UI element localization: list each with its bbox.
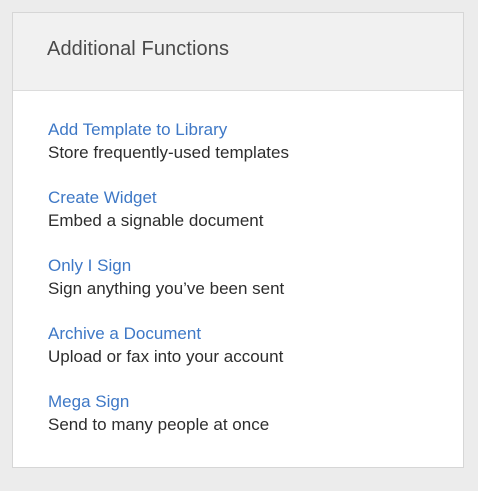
mega-sign-description: Send to many people at once xyxy=(48,415,270,434)
archive-a-document-link[interactable]: Archive a Document xyxy=(48,323,201,345)
list-item-mega-sign: Mega Sign Send to many people at once xyxy=(48,391,463,436)
panel-title: Additional Functions xyxy=(47,38,230,60)
list-item-only-i-sign: Only I Sign Sign anything you’ve been se… xyxy=(48,255,463,300)
add-template-to-library-link[interactable]: Add Template to Library xyxy=(48,119,227,141)
list-item-create-widget: Create Widget Embed a signable document xyxy=(48,187,463,232)
panel-header: Additional Functions xyxy=(13,13,463,91)
add-template-description: Store frequently-used templates xyxy=(48,143,289,162)
additional-functions-panel: Additional Functions Add Template to Lib… xyxy=(12,12,464,468)
create-widget-link[interactable]: Create Widget xyxy=(48,187,157,209)
only-i-sign-description: Sign anything you’ve been sent xyxy=(48,279,285,298)
mega-sign-link[interactable]: Mega Sign xyxy=(48,391,129,413)
create-widget-description: Embed a signable document xyxy=(48,211,264,230)
function-list: Add Template to Library Store frequently… xyxy=(13,91,463,436)
only-i-sign-link[interactable]: Only I Sign xyxy=(48,255,131,277)
archive-document-description: Upload or fax into your account xyxy=(48,347,284,366)
list-item-archive-document: Archive a Document Upload or fax into yo… xyxy=(48,323,463,368)
list-item-add-template: Add Template to Library Store frequently… xyxy=(48,119,463,164)
